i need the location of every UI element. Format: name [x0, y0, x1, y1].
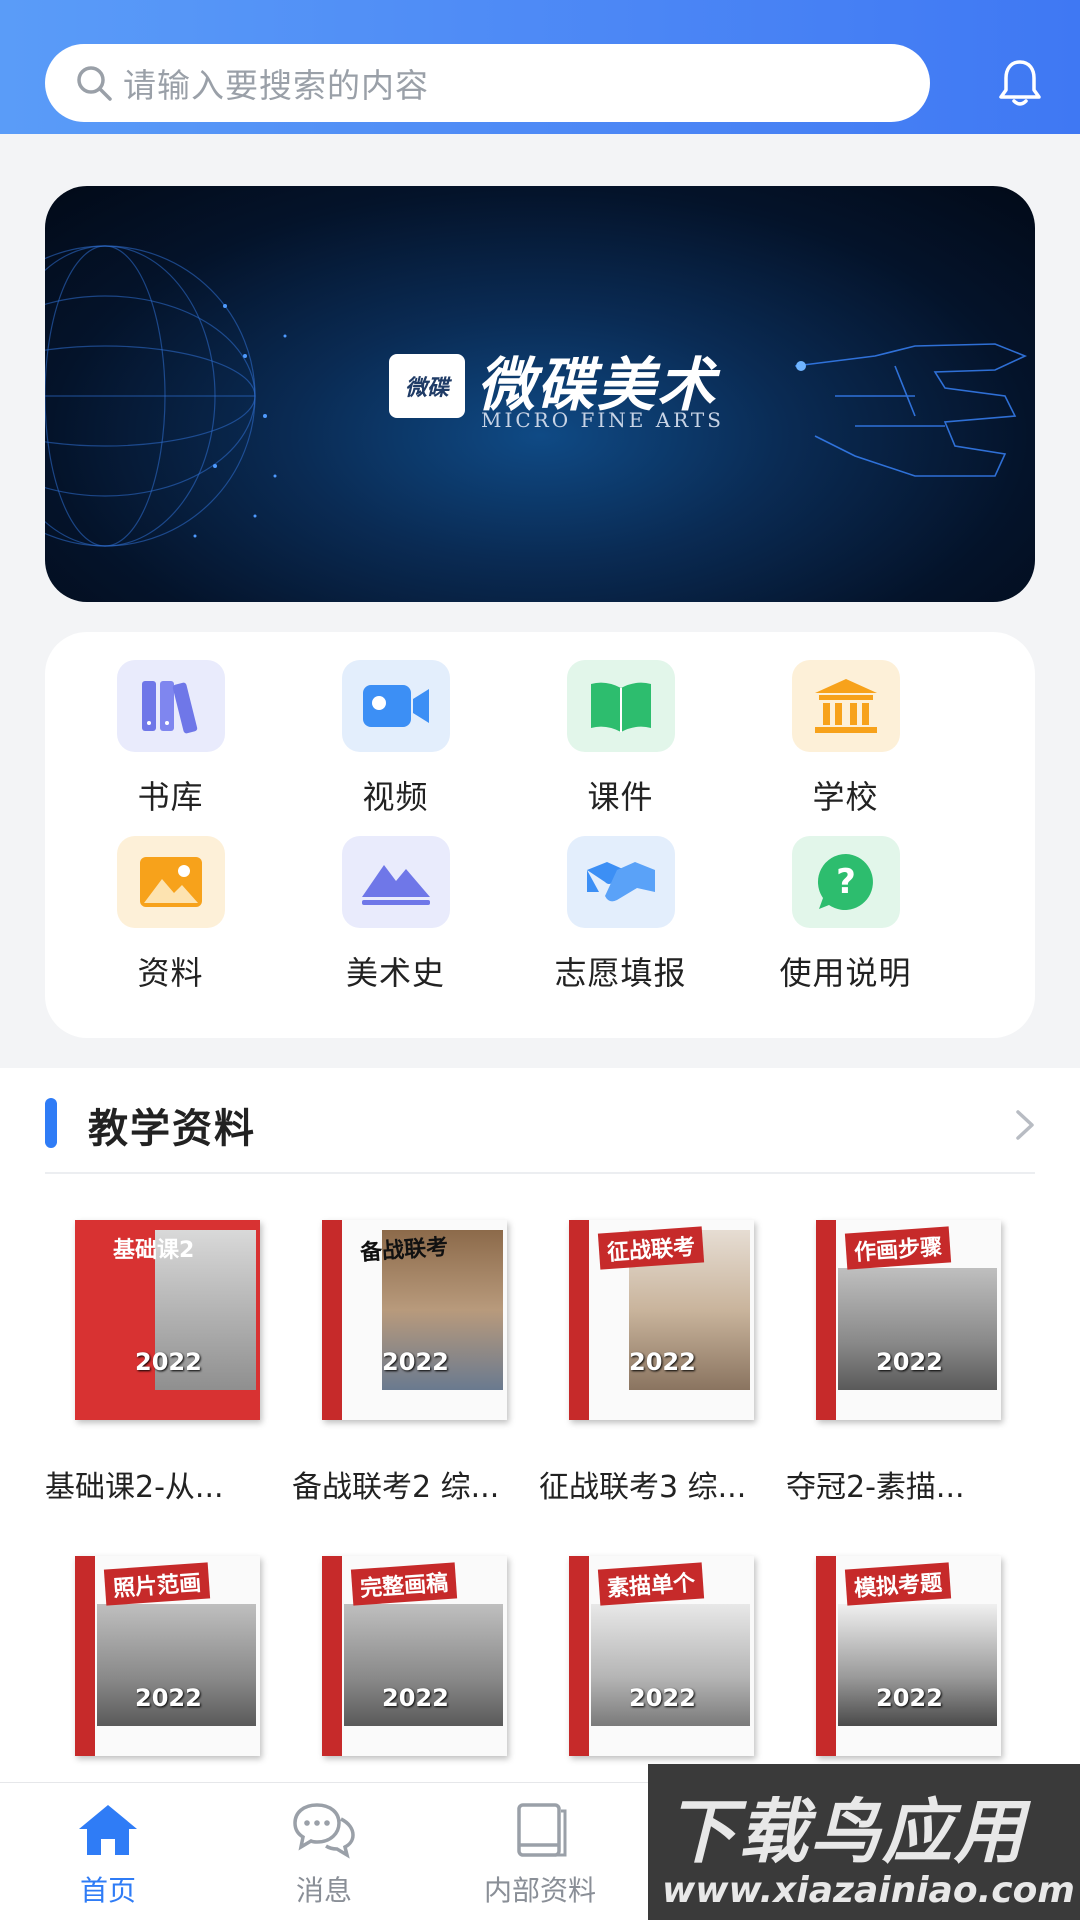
- nav-messages[interactable]: 消息: [234, 1801, 414, 1909]
- question-bubble-icon: ?: [791, 836, 900, 928]
- book-cover: 基础课2 2022: [75, 1220, 260, 1420]
- category-application[interactable]: 志愿填报: [508, 836, 733, 994]
- handshake-icon: [566, 836, 675, 928]
- mountains-icon: [341, 836, 450, 928]
- category-label: 使用说明: [779, 954, 912, 992]
- promo-banner[interactable]: 微碟 微碟美术 MICRO FINE ARTS: [45, 186, 1035, 602]
- book-title: 征战联考3 综...: [539, 1470, 747, 1505]
- nav-home[interactable]: 首页: [18, 1801, 198, 1909]
- nav-label: 首页: [79, 1874, 136, 1907]
- nav-label: 内部资料: [483, 1874, 596, 1907]
- category-books[interactable]: 书库: [58, 660, 283, 818]
- watermark-text: 下载鸟应用: [666, 1791, 1026, 1873]
- brand-subtitle: MICRO FINE ARTS: [481, 408, 724, 432]
- notebook-icon: [517, 1803, 567, 1857]
- book-card[interactable]: 模拟考题 2022: [786, 1556, 1016, 1756]
- svg-text:?: ?: [836, 862, 856, 902]
- book-card[interactable]: 征战联考 2022 征战联考3 综...: [539, 1220, 769, 1506]
- category-art-history[interactable]: 美术史: [283, 836, 508, 994]
- hand-graphic: [795, 343, 1028, 477]
- book-cover: 作画步骤 2022: [816, 1220, 1001, 1420]
- teaching-materials-section: 教学资料 基础课2 2022 基础课2-从... 备战联考 2022 备战联考2…: [0, 1068, 1080, 1788]
- books-icon: [116, 660, 225, 752]
- category-courseware[interactable]: 课件: [508, 660, 733, 818]
- bell-icon[interactable]: [998, 58, 1042, 108]
- search-placeholder: 请输入要搜索的内容: [123, 66, 429, 105]
- nav-label: 消息: [295, 1874, 352, 1907]
- category-label: 课件: [587, 778, 654, 816]
- section-divider: [45, 1172, 1035, 1174]
- category-school[interactable]: 学校: [733, 660, 958, 818]
- header-bar: 请输入要搜索的内容: [0, 0, 1080, 134]
- globe-graphic: [45, 245, 287, 547]
- book-card[interactable]: 基础课2 2022 基础课2-从...: [45, 1220, 275, 1506]
- watermark: 下载鸟应用 www.xiazainiao.com: [648, 1764, 1080, 1920]
- book-cover: 征战联考 2022: [569, 1220, 754, 1420]
- category-label: 视频: [362, 778, 429, 816]
- chat-bubbles-icon: [293, 1803, 355, 1859]
- nav-internal-materials[interactable]: 内部资料: [450, 1801, 630, 1909]
- search-bar[interactable]: 请输入要搜索的内容: [45, 44, 930, 122]
- image-icon: [116, 836, 225, 928]
- category-materials[interactable]: 资料: [58, 836, 283, 994]
- book-card[interactable]: 素描单个 2022: [539, 1556, 769, 1756]
- category-label: 学校: [812, 778, 879, 816]
- book-cover: 完整画稿 2022: [322, 1556, 507, 1756]
- book-card[interactable]: 照片范画 2022: [45, 1556, 275, 1756]
- open-book-icon: [566, 660, 675, 752]
- category-video[interactable]: 视频: [283, 660, 508, 818]
- category-grid: 书库 视频 课件 学校 资料 美术史 志愿填报 ? 使用说明: [45, 632, 1035, 1038]
- book-title: 备战联考2 综...: [292, 1470, 500, 1505]
- category-label: 志愿填报: [554, 954, 687, 992]
- home-icon: [79, 1805, 137, 1855]
- book-cover: 模拟考题 2022: [816, 1556, 1001, 1756]
- book-title: 夺冠2-素描...: [786, 1470, 965, 1505]
- chevron-right-icon[interactable]: [1010, 1108, 1038, 1142]
- video-camera-icon: [341, 660, 450, 752]
- book-cover: 备战联考 2022: [322, 1220, 507, 1420]
- category-label: 书库: [137, 778, 204, 816]
- category-label: 资料: [137, 954, 204, 992]
- book-cover: 照片范画 2022: [75, 1556, 260, 1756]
- school-building-icon: [791, 660, 900, 752]
- book-cover: 素描单个 2022: [569, 1556, 754, 1756]
- section-accent-bar: [45, 1098, 57, 1148]
- watermark-url: www.xiazainiao.com: [662, 1870, 1075, 1911]
- brand-logo-mark: 微碟: [389, 354, 465, 418]
- book-card[interactable]: 作画步骤 2022 夺冠2-素描...: [786, 1220, 1016, 1506]
- book-card[interactable]: 完整画稿 2022: [292, 1556, 522, 1756]
- category-instructions[interactable]: ? 使用说明: [733, 836, 958, 994]
- search-icon: [77, 66, 112, 101]
- category-label: 美术史: [345, 954, 445, 992]
- section-title: 教学资料: [88, 1106, 256, 1152]
- book-card[interactable]: 备战联考 2022 备战联考2 综...: [292, 1220, 522, 1506]
- book-title: 基础课2-从...: [45, 1470, 224, 1505]
